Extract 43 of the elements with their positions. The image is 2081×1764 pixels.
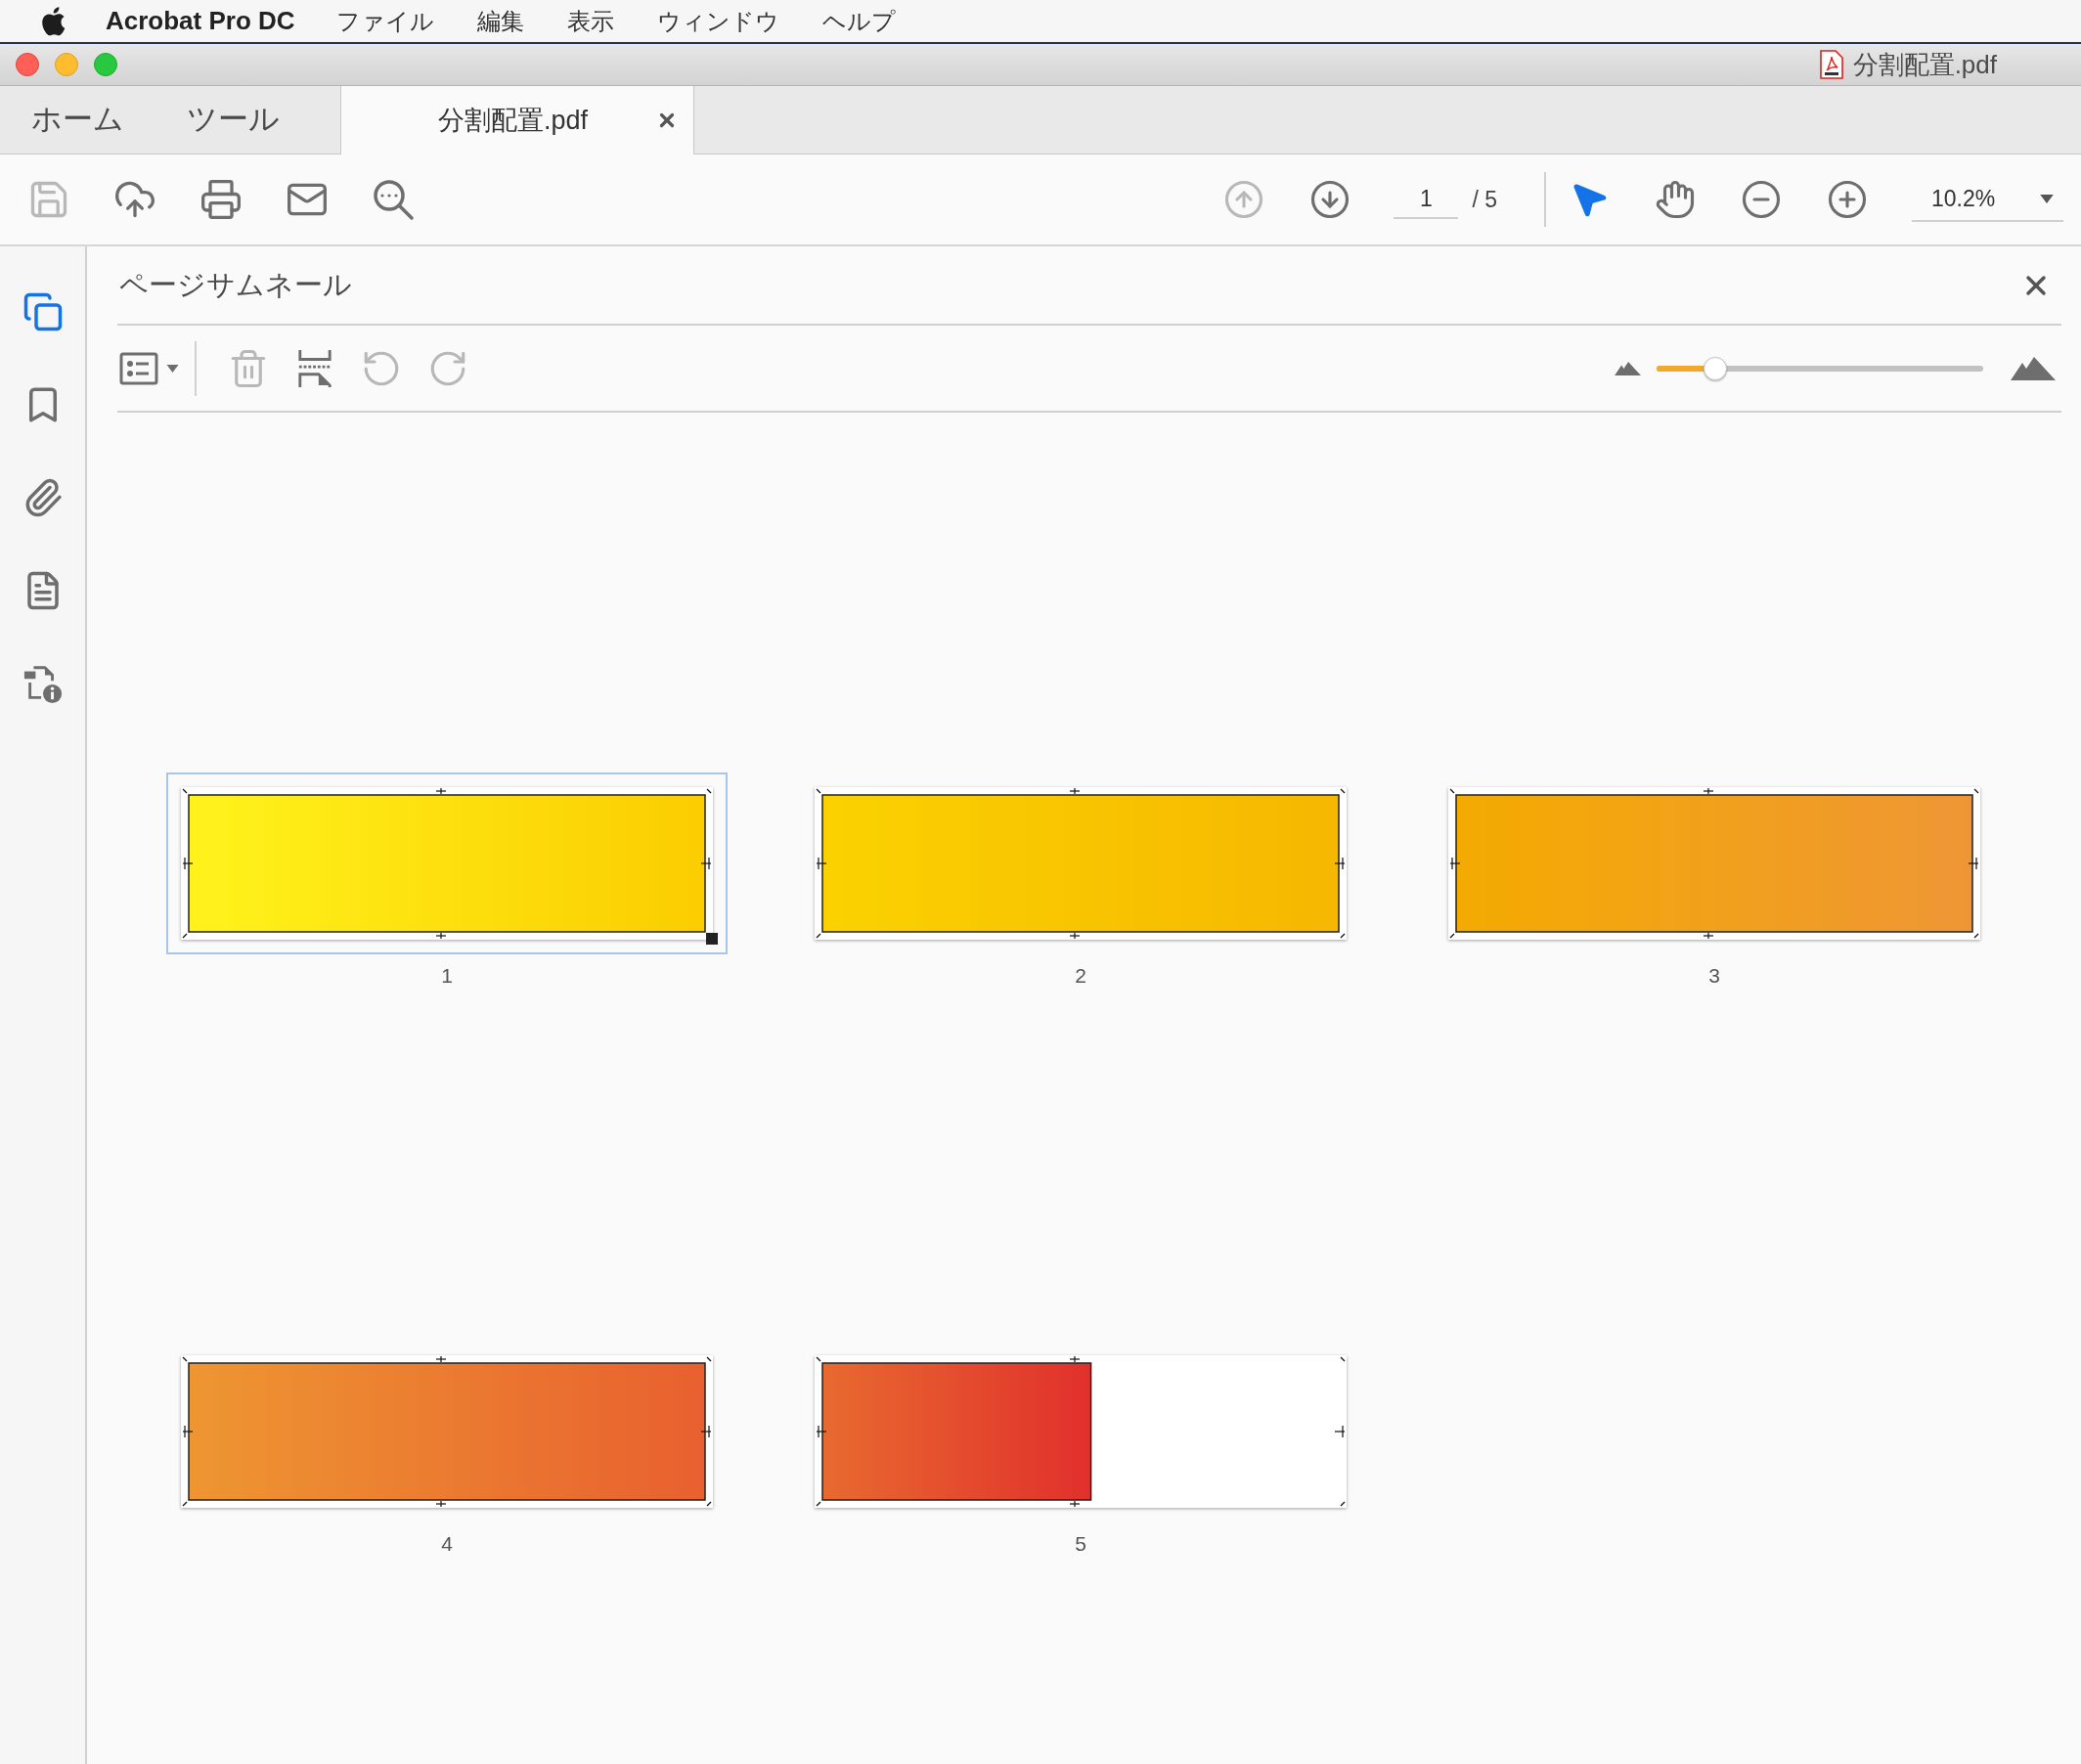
app-tab[interactable]: ツール xyxy=(155,86,311,154)
close-window-button[interactable] xyxy=(16,53,39,76)
list-icon xyxy=(119,351,158,385)
thumbnail-size-slider[interactable] xyxy=(1657,356,1983,380)
zoom-out-icon xyxy=(1741,179,1782,220)
apple-logo-icon[interactable] xyxy=(41,6,66,36)
thumbnail-frame[interactable] xyxy=(166,772,728,954)
page-thumbnail[interactable] xyxy=(1448,787,1980,940)
zoom-dropdown[interactable]: 10.2% xyxy=(1912,177,2063,222)
menu-item[interactable]: ウィンドウ xyxy=(656,3,779,39)
pages-icon xyxy=(22,290,64,332)
page-thumbnail[interactable] xyxy=(815,1354,1347,1508)
page-label: 4 xyxy=(441,1530,453,1557)
page-label: 3 xyxy=(1708,963,1720,989)
caret-icon xyxy=(2040,194,2054,203)
window-title: 分割配置.pdf xyxy=(1852,48,1997,81)
page-label: 5 xyxy=(1075,1530,1086,1557)
document-tab[interactable]: 分割配置.pdf xyxy=(340,86,694,154)
menu-item[interactable]: ファイル xyxy=(335,3,434,39)
panel-title: ページサムネール xyxy=(119,267,352,302)
page-total: / 5 xyxy=(1472,185,1497,214)
slider-thumb[interactable] xyxy=(1704,356,1728,380)
search-icon xyxy=(372,178,415,221)
page-label: 1 xyxy=(441,963,453,989)
app-tab[interactable]: ホーム xyxy=(0,86,155,154)
page-thumbnail[interactable] xyxy=(181,1354,713,1508)
large-mountain-icon xyxy=(2011,356,2056,380)
menu-item[interactable]: 編集 xyxy=(476,3,524,39)
page-thumbnail[interactable] xyxy=(181,787,713,940)
pdf-file-icon xyxy=(1819,50,1843,79)
caret-icon xyxy=(166,364,179,373)
menu-item[interactable]: 表示 xyxy=(566,3,614,39)
app-name[interactable]: Acrobat Pro DC xyxy=(106,2,295,40)
small-mountain-icon xyxy=(1615,361,1641,375)
printer-icon xyxy=(199,178,243,221)
split-icon xyxy=(296,347,333,389)
menu-item[interactable]: ヘルプ xyxy=(821,3,896,39)
page-label: 2 xyxy=(1075,963,1086,989)
page-thumbnail[interactable] xyxy=(815,787,1347,940)
resize-handle[interactable] xyxy=(706,933,718,945)
page-number-field[interactable]: 1 xyxy=(1394,180,1459,219)
hand-icon xyxy=(1655,179,1696,220)
zoom-in-icon xyxy=(1827,179,1868,220)
